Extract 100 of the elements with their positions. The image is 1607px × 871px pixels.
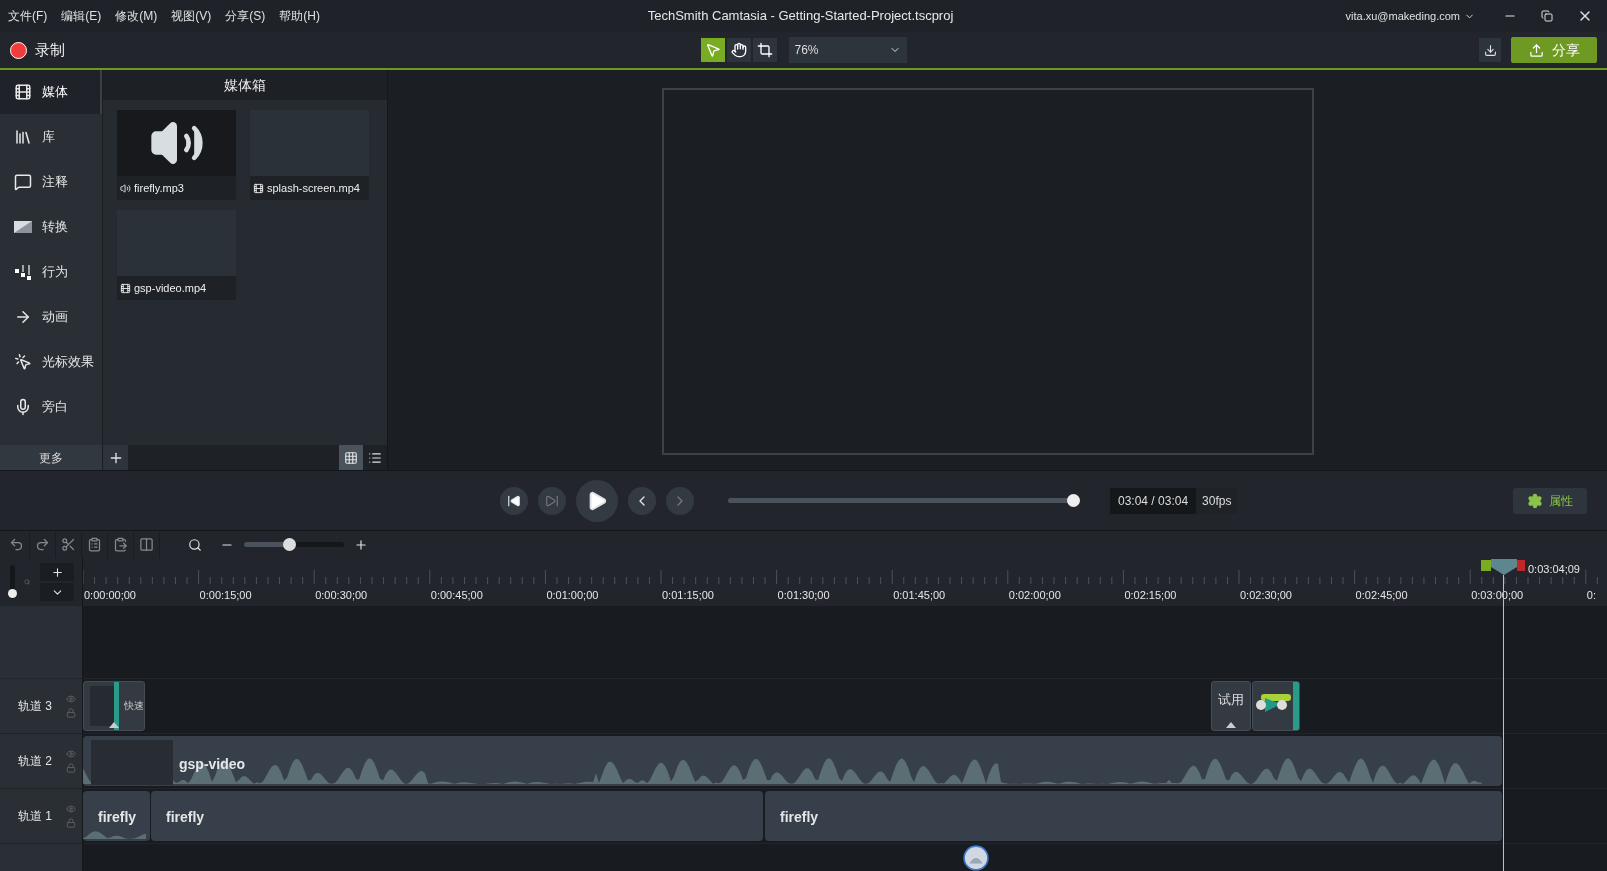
menu-item[interactable]: 编辑(E) <box>61 7 102 25</box>
add-track-button[interactable] <box>40 563 74 581</box>
ruler-label: 0:02:30;00 <box>1240 588 1292 603</box>
slider-thumb[interactable] <box>283 538 296 551</box>
clip-handle[interactable] <box>114 682 119 730</box>
gear-icon <box>1527 492 1543 509</box>
ruler-label: 0:01:30;00 <box>777 588 830 603</box>
sidebar-label: 库 <box>42 128 55 147</box>
speaker-icon <box>120 182 131 194</box>
media-item[interactable]: gsp-video.mp4 <box>117 210 236 300</box>
clip-label: 试用 <box>1218 691 1244 709</box>
sidebar-item[interactable]: 行为 <box>0 250 102 294</box>
zoom-in-icon[interactable] <box>354 537 368 552</box>
sidebar-item[interactable]: 转换 <box>0 205 102 249</box>
sidebar-label: 动画 <box>42 308 68 327</box>
media-item[interactable]: splash-screen.mp4 <box>250 110 369 200</box>
sidebar-item[interactable]: 注释 <box>0 160 102 204</box>
transition-icon <box>14 221 32 233</box>
tool-button[interactable] <box>752 38 777 62</box>
tool-button[interactable] <box>700 38 725 62</box>
sidebar-item[interactable]: 动画 <box>0 295 102 339</box>
ruler-label: 0:02:00;00 <box>1008 588 1061 603</box>
sidebar-label: 行为 <box>42 263 68 282</box>
ruler-label: 0:00:00;00 <box>84 588 136 603</box>
restore-icon[interactable] <box>1541 10 1553 22</box>
ruler-label: 0:01:00;00 <box>546 588 599 603</box>
behavior-clip[interactable] <box>1252 681 1300 731</box>
previous-button[interactable] <box>628 486 656 515</box>
track-menu-button[interactable] <box>40 583 74 601</box>
ruler-label: 0:00:30;00 <box>315 588 368 603</box>
menu-item[interactable]: 文件(F) <box>8 7 48 25</box>
step-back-icon <box>507 493 521 508</box>
grid-icon <box>344 450 358 465</box>
view-button[interactable] <box>339 445 363 470</box>
bars-icon <box>14 263 32 281</box>
menu-item[interactable]: 视图(V) <box>171 7 212 25</box>
clipboard-icon <box>87 537 102 552</box>
audio-clip[interactable]: firefly <box>83 791 150 841</box>
expand-icon[interactable] <box>109 722 119 728</box>
zoom-dropdown[interactable]: 76% <box>788 37 907 63</box>
menu-item[interactable]: 分享(S) <box>225 7 266 25</box>
track-zoom-icon <box>23 577 30 587</box>
tool-button[interactable] <box>726 38 751 62</box>
download-button[interactable] <box>1479 38 1501 62</box>
ruler-label: 0:00:15;00 <box>199 588 252 603</box>
search-icon[interactable] <box>188 537 202 552</box>
clip-label: 快速 <box>124 699 144 713</box>
video-clip[interactable]: gsp-video <box>83 736 1502 786</box>
add-button[interactable] <box>103 445 128 470</box>
properties-button[interactable]: 属性 <box>1513 487 1587 514</box>
track-label: 轨道 1 <box>18 808 52 825</box>
media-item[interactable]: firefly.mp3 <box>117 110 236 200</box>
film-icon <box>253 182 264 194</box>
sidebar-item[interactable]: 光标效果 <box>0 340 102 384</box>
step-back-button[interactable] <box>500 486 528 515</box>
account-menu[interactable]: vita.xu@makeding.com <box>1345 7 1475 25</box>
height-slider[interactable] <box>8 565 14 599</box>
clip-label: firefly <box>166 808 205 827</box>
playhead-time: 0:03:04;09 <box>1528 562 1580 577</box>
ruler-label: 0:01:15;00 <box>662 588 714 603</box>
cursor-icon <box>14 353 32 371</box>
books-icon <box>14 128 32 146</box>
expand-icon[interactable] <box>1226 722 1236 728</box>
sidebar-label: 旁白 <box>42 398 68 417</box>
record-button[interactable]: 录制 <box>10 38 65 62</box>
media-name: firefly.mp3 <box>134 180 184 196</box>
callout-clip[interactable]: 快速 <box>83 681 145 731</box>
track-label: 轨道 2 <box>18 753 52 770</box>
callout-clip[interactable]: 试用 <box>1211 681 1251 731</box>
audio-clip[interactable]: firefly <box>151 791 763 841</box>
clip-handle[interactable] <box>1293 682 1299 730</box>
scrubber-track[interactable] <box>728 494 1080 507</box>
sidebar-label: 媒体 <box>42 83 68 102</box>
ruler-label: 0: <box>1586 588 1596 603</box>
speech-bubble-icon <box>14 173 32 191</box>
download-icon <box>1483 43 1497 57</box>
ruler-label: 0:02:45;00 <box>1355 588 1408 603</box>
sidebar-item[interactable]: 媒体 <box>0 70 102 114</box>
avatar-icon[interactable] <box>963 845 989 871</box>
clip-label: gsp-video <box>179 755 246 774</box>
more-button[interactable]: 更多 <box>0 445 102 470</box>
panel-header: 媒体箱 <box>103 70 387 100</box>
in-marker[interactable] <box>1481 560 1491 571</box>
window-title: TechSmith Camtasia - Getting-Started-Project.tscproj <box>647 7 954 26</box>
share-icon <box>1528 42 1544 58</box>
play-button[interactable] <box>576 479 618 522</box>
audio-clip[interactable]: firefly <box>765 791 1502 841</box>
media-name: gsp-video.mp4 <box>134 280 207 296</box>
step-forward-button[interactable] <box>538 486 566 515</box>
step-forward-icon <box>545 493 559 508</box>
menu-item[interactable]: 修改(M) <box>115 7 158 25</box>
sidebar-item[interactable]: 旁白 <box>0 385 102 429</box>
time-display: 03:04 / 03:04 <box>1117 492 1190 510</box>
ruler-label: 0:02:15;00 <box>1124 588 1177 603</box>
scrubber-thumb[interactable] <box>1067 494 1080 507</box>
media-name: splash-screen.mp4 <box>267 180 360 196</box>
film-icon <box>14 83 32 101</box>
menu-item[interactable]: 帮助(H) <box>279 7 320 25</box>
out-marker[interactable] <box>1517 560 1525 571</box>
sidebar-item[interactable]: 库 <box>0 115 102 159</box>
